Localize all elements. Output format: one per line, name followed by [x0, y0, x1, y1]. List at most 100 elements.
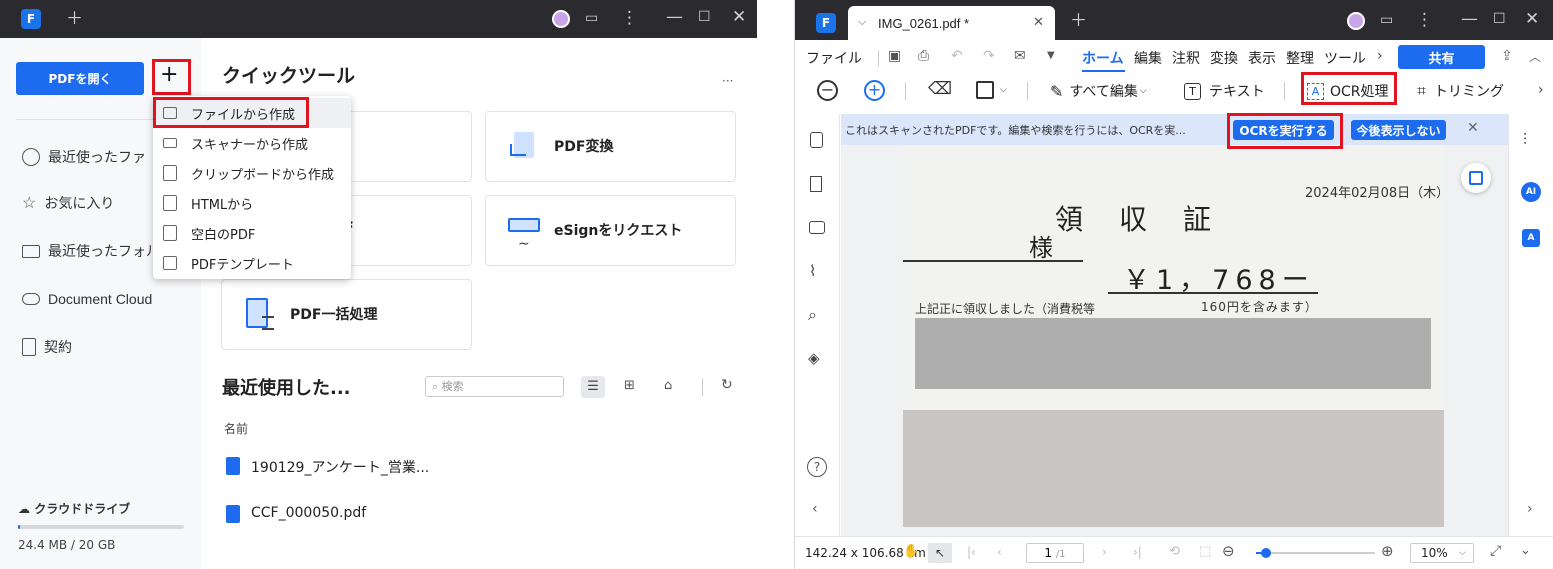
- layers-icon[interactable]: ◈: [808, 349, 820, 367]
- feedback-icon[interactable]: ▭: [1380, 13, 1393, 27]
- dropdown-icon[interactable]: ▼: [1047, 50, 1055, 61]
- upload-cloud-icon[interactable]: ⇪: [1501, 48, 1513, 64]
- avatar[interactable]: [552, 10, 570, 28]
- chevron-left-icon[interactable]: ‹: [812, 501, 818, 517]
- tool-card-esign[interactable]: ∼ eSignをリクエスト: [485, 195, 736, 266]
- menu-edit[interactable]: 編集: [1134, 48, 1162, 68]
- menu-view[interactable]: 表示: [1248, 48, 1276, 68]
- attachment-icon[interactable]: ⌇: [809, 262, 816, 280]
- menu-home[interactable]: ホーム: [1082, 48, 1124, 68]
- scroll-mode-icon[interactable]: ⌄: [1520, 543, 1531, 558]
- refresh-icon[interactable]: ↻: [721, 377, 733, 393]
- first-page-icon[interactable]: |‹: [967, 545, 976, 559]
- chevron-down-icon[interactable]: ⌵: [858, 15, 866, 29]
- more-options-button[interactable]: ···: [722, 74, 733, 88]
- grid-view-icon[interactable]: ⊞: [624, 378, 635, 393]
- hand-tool-icon[interactable]: ✋: [903, 544, 919, 559]
- trimming-button[interactable]: ⌗ トリミング: [1417, 81, 1504, 101]
- text-button[interactable]: T テキスト: [1184, 81, 1265, 101]
- save-icon[interactable]: ▣: [888, 48, 901, 64]
- help-icon[interactable]: ?: [807, 457, 827, 477]
- tool-card-batch[interactable]: PDF一括処理: [221, 279, 472, 350]
- menu-item-from-html[interactable]: HTMLから: [153, 188, 351, 218]
- translate-icon[interactable]: A: [1522, 229, 1540, 247]
- highlight-icon[interactable]: ⌫: [928, 79, 952, 99]
- maximize-button[interactable]: ☐: [1493, 12, 1506, 26]
- new-tab-button[interactable]: ＋: [66, 11, 83, 28]
- properties-icon[interactable]: ⫶: [1523, 130, 1527, 150]
- open-pdf-button[interactable]: PDFを開く: [16, 62, 144, 95]
- avatar[interactable]: [1347, 12, 1365, 30]
- zoom-slider[interactable]: [1256, 548, 1375, 558]
- create-plus-button[interactable]: +: [160, 62, 178, 87]
- list-view-icon[interactable]: ☰: [581, 376, 605, 398]
- page-number-input[interactable]: 1 /1: [1026, 543, 1084, 563]
- fit-width-icon[interactable]: ⬚: [1199, 544, 1211, 559]
- search-input[interactable]: ⌕ 検索: [425, 376, 564, 397]
- nav-favorites[interactable]: ☆ お気に入り: [22, 192, 114, 214]
- menu-file[interactable]: ファイル: [806, 48, 862, 68]
- menu-convert[interactable]: 変換: [1210, 48, 1238, 68]
- menu-item-blank-pdf[interactable]: 空白のPDF: [153, 218, 351, 248]
- menu-item-from-scanner[interactable]: スキャナーから作成: [153, 128, 351, 158]
- ocr-button[interactable]: A OCR処理: [1307, 81, 1389, 101]
- minimize-button[interactable]: —: [666, 9, 683, 26]
- close-button[interactable]: ✕: [1525, 11, 1539, 28]
- prev-page-icon[interactable]: ‹: [997, 545, 1002, 559]
- zoom-out-icon[interactable]: ⊖: [1222, 542, 1235, 560]
- zoom-out-icon[interactable]: −: [817, 80, 838, 101]
- shape-icon[interactable]: [976, 81, 994, 99]
- nav-contracts[interactable]: 契約: [22, 336, 72, 358]
- feedback-icon[interactable]: ▭: [585, 11, 598, 25]
- file-row[interactable]: CCF_000050.pdf: [224, 502, 564, 526]
- undo-icon[interactable]: ↶: [951, 48, 963, 64]
- nav-recent-files[interactable]: 最近使ったファ: [22, 146, 146, 168]
- tool-card-pdf-convert[interactable]: PDF変換: [485, 111, 736, 182]
- maximize-button[interactable]: ☐: [698, 10, 711, 24]
- chevron-right-icon[interactable]: ›: [1527, 501, 1533, 517]
- menu-annotate[interactable]: 注釈: [1172, 48, 1200, 68]
- chevron-right-icon[interactable]: ›: [1377, 48, 1383, 64]
- print-icon[interactable]: ⎙: [918, 48, 929, 64]
- chevron-right-icon[interactable]: ›: [1538, 82, 1544, 98]
- zoom-slider-handle[interactable]: [1261, 548, 1271, 558]
- mail-icon[interactable]: ✉: [1014, 48, 1026, 64]
- page-thumbnail-icon[interactable]: [810, 132, 823, 148]
- zoom-in-icon[interactable]: +: [864, 80, 885, 101]
- comment-icon[interactable]: [809, 221, 825, 234]
- more-vertical-icon[interactable]: ⋮: [621, 10, 638, 27]
- collapse-ribbon-icon[interactable]: ︿: [1529, 48, 1541, 65]
- document-tab[interactable]: ⌵ IMG_0261.pdf * ✕: [848, 6, 1055, 40]
- edit-all-button[interactable]: ✎ すべて編集 ⌵: [1050, 81, 1147, 101]
- menu-organize[interactable]: 整理: [1286, 48, 1314, 68]
- fit-page-button[interactable]: [1461, 163, 1491, 193]
- redo-icon[interactable]: ↷: [983, 48, 995, 64]
- nav-recent-folders[interactable]: 最近使ったフォル: [22, 240, 160, 262]
- fullscreen-icon[interactable]: ⤢: [1490, 543, 1501, 559]
- nav-document-cloud[interactable]: Document Cloud: [22, 288, 152, 310]
- more-vertical-icon[interactable]: ⋮: [1416, 12, 1433, 29]
- close-button[interactable]: ✕: [732, 9, 746, 26]
- menu-tools[interactable]: ツール: [1324, 48, 1366, 68]
- ai-assistant-icon[interactable]: AI: [1521, 182, 1541, 202]
- new-tab-button[interactable]: ＋: [1070, 13, 1087, 30]
- left-panel-toolbar: ⌇ ⌕ ◈ ? ‹: [795, 114, 840, 536]
- file-manager-icon[interactable]: ⌂: [664, 378, 672, 393]
- minimize-button[interactable]: —: [1461, 11, 1478, 28]
- share-button[interactable]: 共有: [1398, 45, 1485, 69]
- bookmark-icon[interactable]: [810, 176, 822, 192]
- dont-show-again-button[interactable]: 今後表示しない: [1351, 120, 1446, 140]
- file-row[interactable]: 190129_アンケート_営業...: [224, 454, 564, 478]
- rotate-icon[interactable]: ⟲: [1169, 544, 1180, 559]
- close-tab-icon[interactable]: ✕: [1033, 15, 1044, 30]
- zoom-in-icon[interactable]: ⊕: [1381, 542, 1394, 560]
- zoom-select[interactable]: 10% ⌵: [1410, 543, 1474, 563]
- search-icon[interactable]: ⌕: [808, 305, 817, 325]
- select-tool-icon[interactable]: ↖: [928, 543, 952, 563]
- chevron-down-icon[interactable]: ⌵: [1000, 85, 1007, 95]
- menu-item-from-clipboard[interactable]: クリップボードから作成: [153, 158, 351, 188]
- close-banner-icon[interactable]: ✕: [1467, 120, 1479, 136]
- menu-item-pdf-template[interactable]: PDFテンプレート: [153, 248, 351, 278]
- next-page-icon[interactable]: ›: [1102, 545, 1107, 559]
- last-page-icon[interactable]: ›|: [1133, 545, 1142, 559]
